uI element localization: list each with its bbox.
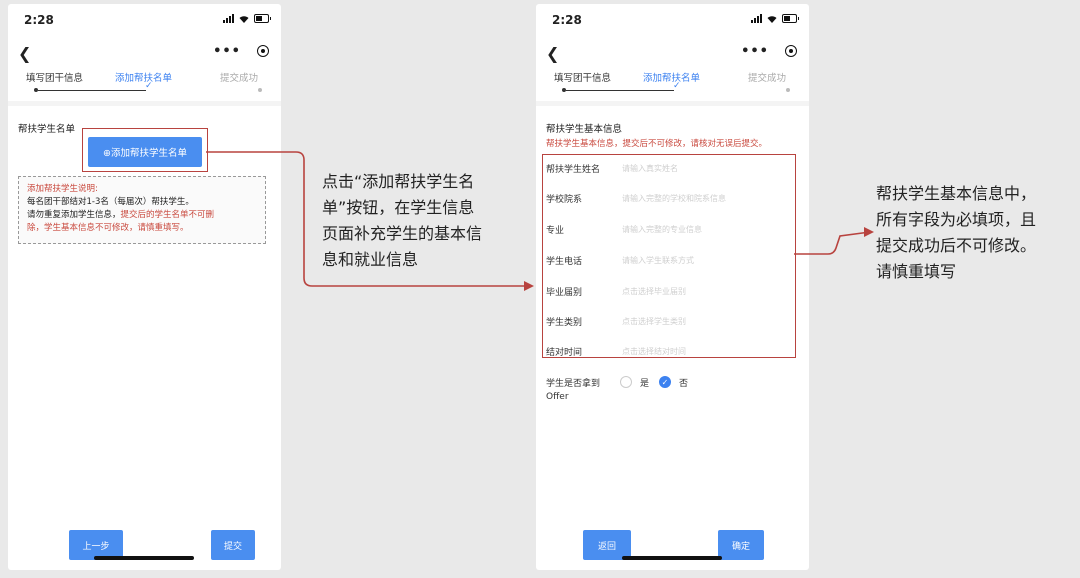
nav-bar: ❮ •••	[536, 42, 809, 64]
form-warning: 帮扶学生基本信息，提交后不可修改，请核对无误后提交。	[546, 139, 768, 149]
phone-screen-add-list: 2:28 ❮ ••• 填写团干信息 添加帮扶名单 提交成功 ✓ 帮扶学生名单 ⊕…	[8, 4, 281, 570]
step-line	[566, 90, 674, 91]
step-add-list: 添加帮扶名单	[115, 73, 173, 84]
arrow-head-left	[524, 281, 534, 291]
status-icons	[751, 14, 799, 23]
status-time: 2:28	[24, 13, 54, 27]
annotation-line: 提交成功后不可修改。	[876, 236, 1037, 255]
highlight-box-form-fields	[542, 154, 796, 358]
step-line	[38, 90, 146, 91]
signal-icon	[223, 14, 234, 23]
status-time: 2:28	[552, 13, 582, 27]
wifi-icon	[239, 15, 249, 23]
close-miniprogram-icon[interactable]	[785, 45, 797, 57]
status-icons	[223, 14, 271, 23]
step-fill-cadre-info: 填写团干信息	[26, 73, 84, 84]
section-title: 帮扶学生基本信息	[546, 124, 623, 135]
status-bar: 2:28	[536, 4, 809, 42]
step-submit-success: 提交成功	[220, 73, 259, 84]
annotation-line: 息和就业信息	[322, 250, 419, 269]
annotation-line: 请慎重填写	[876, 262, 957, 281]
notice-warning: 提交后的学生名单不可删	[120, 210, 215, 220]
battery-icon	[782, 14, 799, 23]
offer-yes-radio[interactable]	[620, 376, 632, 388]
offer-no-radio[interactable]: ✓	[659, 376, 671, 388]
annotation-line: 页面补充学生的基本信	[322, 224, 483, 243]
section-title: 帮扶学生名单	[18, 124, 76, 135]
more-menu-icon[interactable]: •••	[213, 44, 241, 59]
more-menu-icon[interactable]: •••	[741, 44, 769, 59]
signal-icon	[751, 14, 762, 23]
submit-button[interactable]: 提交	[211, 530, 255, 560]
annotation-middle: 点击“添加帮扶学生名 单”按钮，在学生信息 页面补充学生的基本信 息和就业信息	[322, 169, 482, 273]
step-check-icon: ✓	[145, 81, 153, 91]
home-indicator	[94, 556, 194, 560]
confirm-button[interactable]: 确定	[718, 530, 764, 560]
notice-line: 请勿重复添加学生信息，提交后的学生名单不可删	[27, 209, 257, 222]
notice-warning: 除，学生基本信息不可修改，请慎重填写。	[27, 223, 189, 233]
annotation-right: 帮扶学生基本信息中， 所有字段为必填项，且 提交成功后不可修改。 请慎重填写	[876, 181, 1036, 285]
notice-title: 添加帮扶学生说明:	[27, 184, 98, 194]
back-icon[interactable]: ❮	[546, 44, 559, 63]
highlight-box-add-button	[82, 128, 208, 172]
status-bar: 2:28	[8, 4, 281, 42]
step-submit-success: 提交成功	[748, 73, 787, 84]
wifi-icon	[767, 15, 777, 23]
offer-question-label-2: Offer	[546, 392, 569, 402]
notice-text: 请勿重复添加学生信息，	[27, 210, 121, 220]
step-dot	[786, 88, 790, 92]
divider	[536, 101, 809, 106]
back-icon[interactable]: ❮	[18, 44, 31, 63]
offer-question-label: 学生是否拿到	[546, 379, 601, 389]
nav-bar: ❮ •••	[8, 42, 281, 64]
annotation-line: 所有字段为必填项，且	[876, 210, 1037, 229]
annotation-line: 单”按钮，在学生信息	[322, 198, 475, 217]
step-indicator: 填写团干信息 添加帮扶名单 提交成功 ✓	[536, 70, 809, 98]
notice-box: 添加帮扶学生说明: 每名团干部结对1-3名（每届次）帮扶学生。 请勿重复添加学生…	[18, 176, 266, 244]
notice-line: 每名团干部结对1-3名（每届次）帮扶学生。	[27, 197, 194, 207]
step-fill-cadre-info: 填写团干信息	[554, 73, 612, 84]
offer-yes-label: 是	[640, 379, 650, 389]
annotation-line: 点击“添加帮扶学生名	[322, 172, 475, 191]
close-miniprogram-icon[interactable]	[257, 45, 269, 57]
battery-icon	[254, 14, 271, 23]
home-indicator	[622, 556, 722, 560]
step-indicator: 填写团干信息 添加帮扶名单 提交成功 ✓	[8, 70, 281, 98]
step-dot	[258, 88, 262, 92]
annotation-line: 帮扶学生基本信息中，	[876, 184, 1037, 203]
divider	[8, 101, 281, 106]
arrow-head-right	[864, 227, 874, 237]
offer-no-label: 否	[679, 379, 689, 389]
step-check-icon: ✓	[673, 81, 681, 91]
step-add-list: 添加帮扶名单	[643, 73, 701, 84]
